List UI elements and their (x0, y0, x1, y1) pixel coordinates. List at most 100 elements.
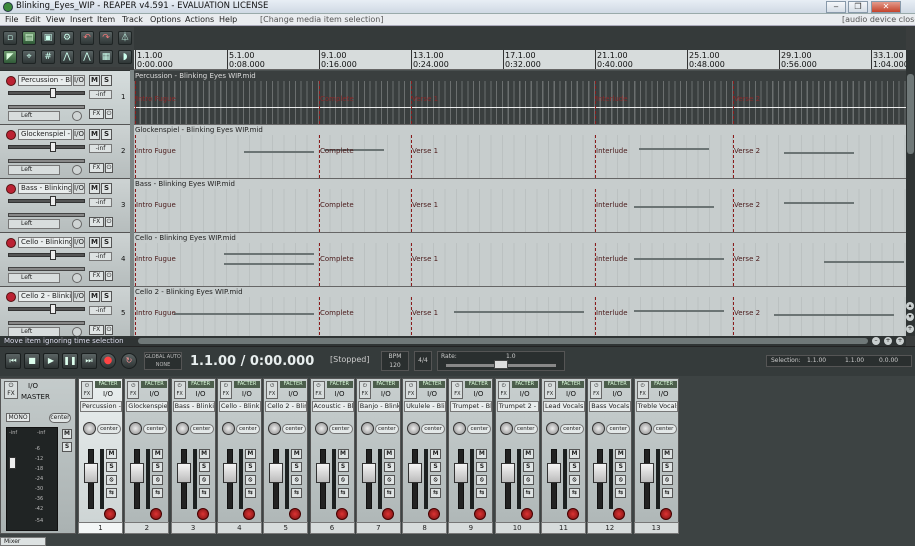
minimize-button[interactable]: ‒ (826, 1, 846, 13)
track-header[interactable]: Bass - Blinking Eyes I/O M S -inf 3 Left… (0, 179, 134, 233)
strip-name[interactable]: Trumpet - Blin (450, 401, 493, 412)
menu-edit[interactable]: Edit (25, 15, 41, 24)
record-arm-button[interactable] (6, 76, 16, 86)
track-lane[interactable]: Percussion - Blinking Eyes WIP.mid Intro… (134, 71, 906, 125)
volume-slider-handle[interactable] (50, 304, 56, 314)
track-lane[interactable]: Cello 2 - Blinking Eyes WIP.mid Intro Fu… (134, 287, 906, 336)
pan-value[interactable]: center (282, 424, 307, 434)
fx-button[interactable]: ⏻ FX (405, 381, 418, 399)
scroll-down-icon[interactable]: ▾ (906, 313, 914, 321)
strip-name[interactable]: Acoustic - Blir (311, 401, 354, 412)
record-arm-button[interactable] (242, 508, 255, 520)
strip-name[interactable]: Cello - Blinkin (218, 401, 261, 412)
pause-button[interactable]: ❚❚ (62, 353, 78, 369)
io-button[interactable]: I/O (73, 75, 85, 86)
midi-item[interactable]: Cello - Blinking Eyes WIP.mid Intro Fugu… (134, 233, 906, 286)
phase-invert-icon[interactable]: ⦸ (615, 475, 627, 485)
routing-icon[interactable]: ⇆ (615, 488, 627, 498)
ruler-region-lane[interactable] (134, 27, 906, 50)
grid-snap-icon[interactable]: ◤ (3, 50, 17, 64)
io-button[interactable]: I/O (374, 390, 398, 398)
fx-chain-tag[interactable]: FACTER (280, 381, 307, 388)
io-button[interactable]: I/O (142, 390, 166, 398)
pan-knob[interactable] (499, 422, 513, 435)
strip-name[interactable]: Trumpet 2 - Bl (496, 401, 539, 412)
close-button[interactable]: ✕ (871, 1, 901, 13)
fx-chain-tag[interactable]: FACTER (187, 381, 214, 388)
record-arm-button[interactable] (613, 508, 626, 520)
zoom-vertical-icon[interactable]: + (906, 325, 914, 333)
dropdown-circle-icon[interactable] (72, 327, 82, 336)
pan-knob[interactable] (314, 422, 328, 435)
midi-item[interactable]: Cello 2 - Blinking Eyes WIP.mid Intro Fu… (134, 287, 906, 336)
routing-icon[interactable]: ⇆ (244, 488, 256, 498)
solo-button[interactable]: S (476, 462, 488, 472)
fx-button[interactable]: ⏻ FX (358, 381, 371, 399)
phase-invert-icon[interactable]: ⦸ (430, 475, 442, 485)
dropdown-circle-icon[interactable] (72, 111, 82, 121)
volume-fader-handle[interactable] (639, 463, 654, 483)
stop-button[interactable]: ■ (24, 353, 40, 369)
routing-icon[interactable]: ⇆ (661, 488, 673, 498)
rate-slider-handle[interactable] (494, 360, 508, 369)
record-arm-button[interactable] (381, 508, 394, 520)
pan-knob[interactable] (453, 422, 467, 435)
mute-button[interactable]: M (106, 449, 117, 459)
record-button[interactable]: ● (100, 353, 116, 369)
pan-knob[interactable] (129, 422, 143, 435)
mute-button[interactable]: M (615, 449, 627, 459)
io-button[interactable]: I/O (605, 390, 629, 398)
fx-bypass-icon[interactable]: ⏻ (105, 271, 113, 281)
midi-item[interactable]: Glockenspiel - Blinking Eyes WIP.mid Int… (134, 125, 906, 178)
fx-button[interactable]: ⏻ FX (312, 381, 325, 399)
volume-fader-handle[interactable] (500, 463, 515, 483)
dropdown-circle-icon[interactable] (72, 273, 82, 283)
track-name[interactable]: Bass - Blinking Eyes (18, 183, 72, 194)
solo-button[interactable]: S (569, 462, 580, 472)
time-signature[interactable]: 4/4 (414, 351, 432, 371)
solo-button[interactable]: S (661, 462, 673, 472)
pan-slider[interactable] (8, 105, 85, 109)
strip-name[interactable]: Percussion - E (80, 401, 122, 412)
play-button[interactable]: ▶ (43, 353, 59, 369)
time-position[interactable]: 1.1.00 / 0:00.000 (190, 354, 314, 369)
pan-value[interactable]: center (606, 424, 631, 434)
mute-button[interactable]: M (89, 129, 100, 140)
strip-name[interactable]: Banjo - Blinkir (357, 401, 400, 412)
phase-invert-icon[interactable]: ⦸ (198, 475, 210, 485)
strip-name[interactable]: Bass - Blinkin (172, 401, 215, 412)
routing-icon[interactable]: ⇆ (476, 488, 488, 498)
go-to-end-button[interactable]: ⏭ (81, 353, 97, 369)
scroll-up-icon[interactable]: ▴ (906, 302, 914, 310)
record-arm-button[interactable] (289, 508, 302, 520)
pan-slider[interactable] (8, 267, 85, 271)
io-button[interactable]: I/O (466, 390, 490, 398)
fx-chain-tag[interactable]: FACTER (511, 381, 538, 388)
menu-track[interactable]: Track (122, 15, 143, 24)
io-button[interactable]: I/O (73, 183, 85, 194)
io-button[interactable]: I/O (235, 390, 259, 398)
fx-bypass-icon[interactable]: ⏻ (105, 109, 113, 119)
mute-button[interactable]: M (244, 449, 256, 459)
volume-fader-handle[interactable] (222, 463, 237, 483)
routing-icon[interactable]: ⇆ (198, 488, 210, 498)
strip-name[interactable]: Ukulele - Blink (404, 401, 447, 412)
fx-bypass-icon[interactable]: ⏻ (105, 325, 113, 335)
arrange-view[interactable]: Percussion - Blinking Eyes WIP.mid Intro… (134, 70, 906, 336)
record-arm-button[interactable] (6, 238, 16, 248)
mute-button[interactable]: M (152, 449, 164, 459)
pan-mode[interactable]: Left (8, 273, 60, 283)
fx-chain-tag[interactable]: FACTER (372, 381, 399, 388)
io-button[interactable]: I/O (189, 390, 213, 398)
io-button[interactable]: I/O (420, 390, 444, 398)
io-button[interactable]: I/O (73, 129, 85, 140)
menu-options[interactable]: Options (150, 15, 181, 24)
strip-name[interactable]: Bass Vocals - (589, 401, 632, 412)
solo-button[interactable]: S (198, 462, 210, 472)
mute-button[interactable]: M (522, 449, 534, 459)
track-header[interactable]: Percussion - Blinkin I/O M S -inf 1 Left… (0, 71, 134, 125)
pan-knob[interactable] (546, 422, 559, 435)
track-name[interactable]: Percussion - Blinkin (18, 75, 72, 86)
pan-mode[interactable]: Left (8, 219, 60, 229)
item-grouping-icon[interactable]: ⋀ (60, 50, 74, 64)
